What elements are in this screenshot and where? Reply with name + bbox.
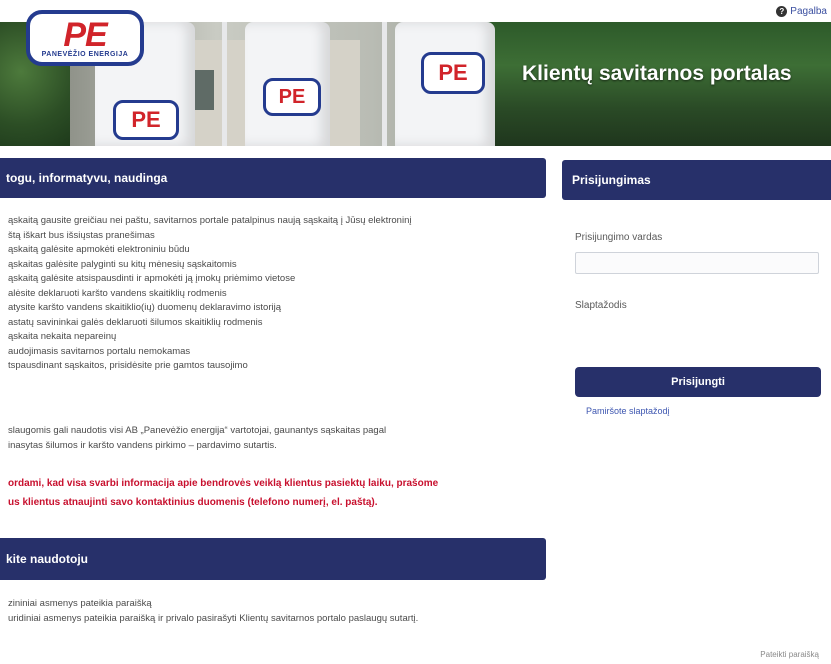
list-item: ąskaitas galėsite palyginti su kitų mėne…: [8, 258, 237, 270]
username-label: Prisijungimo vardas: [575, 232, 663, 243]
submit-application-link[interactable]: Pateikti paraišką: [760, 650, 819, 659]
list-item: alėsite deklaruoti karšto vandens skaiti…: [8, 287, 227, 299]
login-button[interactable]: Prisijungti: [575, 367, 821, 397]
list-item: štą iškart bus išsiųstas pranešimas: [8, 229, 155, 241]
list-item: tspausdinant sąskaitos, prisidėsite prie…: [8, 360, 248, 371]
warning-line: us klientus atnaujinti savo kontaktinius…: [8, 497, 378, 508]
flag-logo: PE: [263, 78, 321, 116]
list-item: astatų savininkai galės deklaruoti šilum…: [8, 316, 263, 328]
register-info: zininiai asmenys pateikia paraišką uridi…: [8, 597, 418, 626]
banner-flag: PE: [395, 22, 495, 146]
banner-pole: [222, 22, 227, 146]
list-item: ąskaitą galėsite atsispausdinti ir apmok…: [8, 273, 296, 284]
register-panel-heading: kite naudotoju: [0, 538, 546, 580]
portal-title: Klientų savitarnos portalas: [522, 62, 792, 85]
help-icon: ?: [776, 6, 788, 17]
note-line: slaugomis gali naudotis visi AB „Panevėž…: [8, 425, 387, 436]
logo-subtext: PANEVĖŽIO ENERGIJA: [41, 50, 129, 58]
password-input[interactable]: [575, 320, 819, 342]
register-panel-title: kite naudotoju: [6, 552, 88, 566]
info-panel-heading: togu, informatyvu, naudinga: [0, 158, 546, 198]
help-label: Pagalba: [790, 6, 827, 17]
note-line: inasytas šilumos ir karšto vandens pirki…: [8, 439, 277, 451]
flag-logo: PE: [421, 52, 485, 94]
help-link[interactable]: ? Pagalba: [776, 6, 827, 17]
list-item: ąskaitą galėsite apmokėti elektroniniu b…: [8, 244, 190, 255]
login-panel-heading: Prisijungimas: [562, 160, 831, 200]
flag-logo: PE: [113, 100, 179, 140]
register-line: uridiniai asmenys pateikia paraišką ir p…: [8, 612, 419, 624]
company-logo[interactable]: PE PANEVĖŽIO ENERGIJA: [26, 10, 144, 66]
warning-line: ordami, kad visa svarbi informacija apie…: [8, 478, 439, 489]
info-panel-title: togu, informatyvu, naudinga: [6, 171, 168, 185]
benefits-list: ąskaitą gausite greičiau nei paštu, savi…: [8, 214, 411, 374]
username-input[interactable]: [575, 252, 819, 274]
list-item: ąskaitą gausite greičiau nei paštu, savi…: [8, 215, 412, 226]
logo-mark: PE: [63, 15, 107, 54]
list-item: atysite karšto vandens skaitiklio(ių) du…: [8, 302, 281, 313]
password-label: Slaptažodis: [575, 300, 627, 311]
forgot-password-link[interactable]: Pamiršote slaptažodį: [586, 406, 670, 416]
list-item: audojimasis savitarnos portalu nemokamas: [8, 345, 191, 357]
contact-warning: ordami, kad visa svarbi informacija apie…: [8, 474, 438, 512]
banner-pole: [382, 22, 387, 146]
list-item: ąskaita nekaita nepareinų: [8, 331, 117, 342]
login-panel-title: Prisijungimas: [572, 173, 651, 187]
service-note: slaugomis gali naudotis visi AB „Panevėž…: [8, 424, 386, 453]
register-line: zininiai asmenys pateikia paraišką: [8, 598, 152, 609]
banner-flag: PE: [245, 22, 330, 146]
